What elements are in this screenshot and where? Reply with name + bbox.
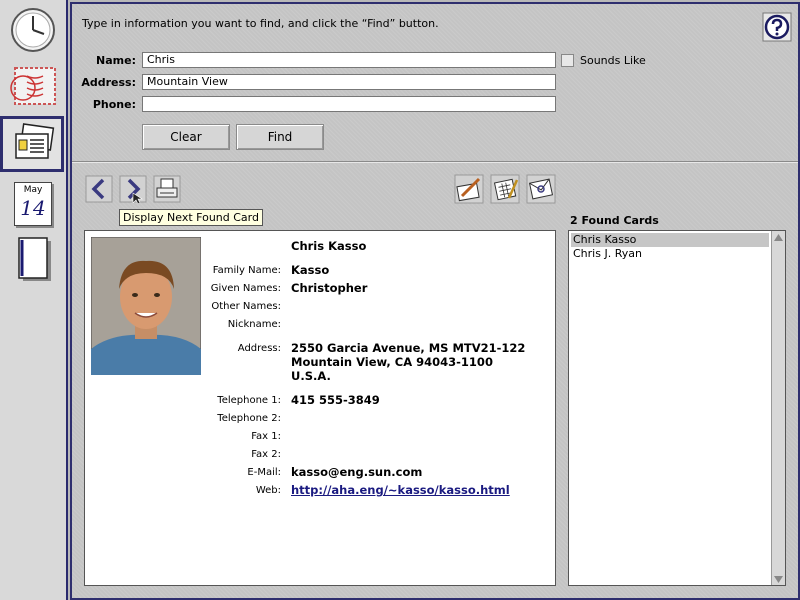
card-detail-panel: Chris Kasso Family Name: Kasso Given Nam… [84,230,556,586]
find-button[interactable]: Find [236,124,324,150]
scroll-up-arrow[interactable] [772,231,785,243]
list-item[interactable]: Chris Kasso [571,233,769,247]
clock-icon [11,8,55,52]
edit-card-button[interactable] [454,174,484,204]
nickname-label: Nickname: [227,319,281,330]
triangle-up-icon [774,233,783,241]
family-name-label: Family Name: [212,265,281,276]
envelope-icon [526,174,556,204]
find-cards-window: Type in information you want to find, an… [70,2,800,600]
help-button[interactable] [762,12,792,42]
sounds-like-checkbox[interactable] [561,54,574,67]
family-name-value: Kasso [291,263,330,277]
calendar-day: 14 [20,196,46,220]
chevron-right-icon [119,175,147,203]
mail-tool-button[interactable] [526,174,556,204]
dock-mail-button[interactable] [3,58,63,114]
printer-icon [153,175,181,203]
triangle-down-icon [774,575,783,583]
address-line-1: 2550 Garcia Avenue, MS MTV21-122 [291,341,526,355]
email-label: E-Mail: [247,467,281,478]
given-names-value: Christopher [291,281,368,295]
dock-calendar-button[interactable]: May 14 [3,176,63,232]
instructions-text: Type in information you want to find, an… [82,17,439,30]
list-scrollbar[interactable] [771,231,785,585]
sounds-like-option[interactable]: Sounds Like [561,54,646,67]
help-icon [762,12,792,42]
list-item[interactable]: Chris J. Ryan [571,247,769,261]
app-dock: May 14 [0,0,68,600]
web-label: Web: [255,485,281,496]
calendar-icon: May 14 [14,182,52,226]
telephone-1-value: 415 555-3849 [291,393,380,407]
dock-cards-button[interactable] [0,116,64,172]
chevron-left-icon [85,175,113,203]
dock-clock-button[interactable] [3,2,63,58]
address-label: Address: [81,76,136,89]
calendar-tool-button[interactable] [490,174,520,204]
found-cards-title: 2 Found Cards [570,214,659,227]
address-cards-icon [15,123,55,159]
address-field-label: Address: [237,343,281,354]
notebook-icon [18,237,51,281]
pencil-edit-icon [454,174,484,204]
calendar-month: May [23,185,43,195]
next-card-tooltip: Display Next Found Card [119,209,263,226]
address-line-3: U.S.A. [291,369,331,383]
scroll-down-arrow[interactable] [772,573,785,585]
found-cards-list[interactable]: Chris Kasso Chris J. Ryan [568,230,786,586]
phone-input[interactable] [142,96,556,112]
phone-label: Phone: [92,98,136,111]
address-line-2: Mountain View, CA 94043-1100 [291,355,493,369]
next-card-button[interactable] [118,174,148,204]
sounds-like-label: Sounds Like [580,54,646,67]
section-divider [72,161,798,163]
name-label: Name: [96,54,136,67]
clear-button[interactable]: Clear [142,124,230,150]
previous-card-button[interactable] [84,174,114,204]
name-input[interactable]: Chris [142,52,556,68]
address-input[interactable]: Mountain View [142,74,556,90]
fax-2-label: Fax 2: [251,449,281,460]
telephone-1-label: Telephone 1: [217,395,281,406]
fax-1-label: Fax 1: [251,431,281,442]
postage-stamp-icon [10,67,56,105]
calendar-grid-icon [490,174,520,204]
telephone-2-label: Telephone 2: [217,413,281,424]
dock-notebook-button[interactable] [3,232,63,288]
given-names-label: Given Names: [210,283,281,294]
web-link[interactable]: http://aha.eng/~kasso/kasso.html [291,483,510,497]
other-names-label: Other Names: [211,301,281,312]
email-value[interactable]: kasso@eng.sun.com [291,465,422,479]
card-full-name: Chris Kasso [291,239,367,253]
print-card-button[interactable] [152,174,182,204]
